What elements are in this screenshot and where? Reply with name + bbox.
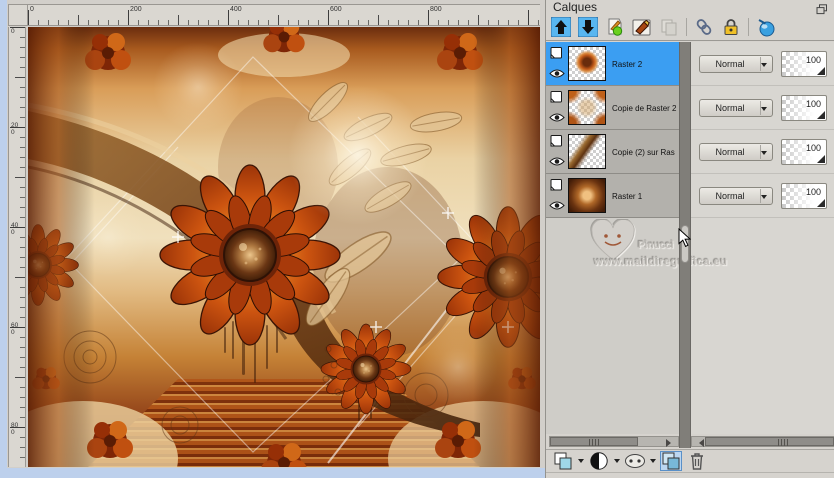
merge-disabled-icon	[659, 17, 679, 37]
ruler-label: 400	[230, 6, 242, 13]
edit-layer-icon[interactable]	[632, 17, 652, 37]
layer-name[interactable]: Copie de Raster 2	[612, 86, 678, 130]
opacity-slider[interactable]: 100	[781, 51, 827, 77]
new-raster-layer-icon[interactable]	[552, 451, 574, 471]
layer-type-icon	[549, 46, 564, 65]
chevron-down-icon[interactable]	[761, 194, 767, 202]
blend-mode-value: Normal	[715, 147, 745, 157]
chevron-down-icon[interactable]	[614, 458, 620, 466]
scrollbar-thumb[interactable]	[705, 437, 834, 446]
new-layer-pen-icon[interactable]	[605, 17, 625, 37]
scrollbar-thumb[interactable]	[550, 437, 638, 446]
ruler-label: 600	[11, 322, 19, 336]
chevron-down-icon[interactable]	[650, 458, 656, 466]
layer-row-copie2-sur-raster[interactable]: Copie (2) sur Ras	[546, 130, 679, 174]
artwork-image	[0, 19, 540, 478]
layer-thumbnail[interactable]	[568, 178, 606, 213]
layer-thumbnail[interactable]	[568, 46, 606, 81]
scrollbar-grip	[589, 439, 600, 446]
blend-mode-value: Normal	[715, 59, 745, 69]
opacity-slider[interactable]: 100	[781, 95, 827, 121]
new-adjustment-layer-icon[interactable]	[588, 451, 610, 471]
layer-thumbnail[interactable]	[568, 90, 606, 125]
ruler-label: 600	[330, 6, 342, 13]
scrollbar-grip	[778, 439, 789, 446]
ruler-label: 400	[11, 222, 19, 236]
layer-name[interactable]: Copie (2) sur Ras	[612, 130, 678, 174]
layer-row-raster2[interactable]: Raster 2	[546, 42, 679, 86]
opacity-slider[interactable]: 100	[781, 183, 827, 209]
layer-list-hscrollbar[interactable]	[549, 436, 679, 447]
palette-bottom-toolbar	[546, 449, 834, 473]
blend-controls-region: Normal 100 Normal 100 Normal 100 Normal …	[691, 42, 834, 434]
layer-type-icon	[549, 90, 564, 109]
chevron-down-icon[interactable]	[761, 62, 767, 70]
ruler-corner	[8, 4, 28, 26]
new-mask-layer-icon[interactable]	[624, 451, 646, 471]
vertical-ruler: 0 200 400 600 800	[8, 27, 26, 467]
layer-type-icon	[549, 178, 564, 197]
layer-row-raster1[interactable]: Raster 1	[546, 174, 679, 218]
watermark-url: www.maildiregrafica.eu	[594, 256, 728, 268]
ruler-label: 0	[11, 28, 15, 35]
scroll-left-icon[interactable]	[695, 438, 704, 447]
image-window: 0 200 400 600 800 0 200 400 600 800	[0, 0, 545, 478]
slider-corner-handle[interactable]	[817, 155, 825, 163]
blue-sphere-icon[interactable]	[756, 17, 776, 37]
blend-mode-dropdown[interactable]: Normal	[699, 99, 773, 117]
ruler-label: 200	[130, 6, 142, 13]
chevron-down-icon[interactable]	[578, 458, 584, 466]
watermark-name: Pinucci	[638, 240, 674, 251]
layers-palette: Calques Raster 2 Copie de Raster 2 Copie…	[545, 0, 834, 478]
blend-control-row: Normal 100	[691, 42, 834, 86]
toolbar-divider	[748, 18, 749, 36]
blend-mode-dropdown[interactable]: Normal	[699, 143, 773, 161]
lock-transparency-icon[interactable]	[721, 17, 741, 37]
opacity-slider[interactable]: 100	[781, 139, 827, 165]
horizontal-ruler: 0 200 400 600 800	[28, 4, 540, 26]
palette-title: Calques	[553, 0, 598, 14]
move-layer-down-icon[interactable]	[578, 17, 598, 37]
layer-name[interactable]: Raster 1	[612, 174, 678, 218]
psp-window: 0 200 400 600 800 0 200 400 600 800 Calq…	[0, 0, 834, 478]
canvas-artwork[interactable]	[0, 19, 540, 478]
ruler-label: 800	[430, 6, 442, 13]
layer-thumbnail[interactable]	[568, 134, 606, 169]
duplicate-layer-icon[interactable]	[660, 451, 682, 471]
move-layer-up-icon[interactable]	[551, 17, 571, 37]
blend-mode-value: Normal	[715, 103, 745, 113]
blend-control-row: Normal 100	[691, 130, 834, 174]
palette-toolbar	[546, 14, 834, 41]
blend-control-row: Normal 100	[691, 174, 834, 218]
layer-type-icon	[549, 134, 564, 153]
blend-mode-value: Normal	[715, 191, 745, 201]
layer-name[interactable]: Raster 2	[612, 42, 678, 86]
scroll-right-icon[interactable]	[666, 438, 675, 447]
controls-hscrollbar[interactable]	[691, 436, 834, 447]
slider-corner-handle[interactable]	[817, 67, 825, 75]
opacity-value: 100	[805, 143, 821, 153]
slider-corner-handle[interactable]	[817, 199, 825, 207]
opacity-value: 100	[805, 55, 821, 65]
visibility-eye-icon[interactable]	[549, 154, 565, 172]
chevron-down-icon[interactable]	[761, 150, 767, 158]
opacity-value: 100	[805, 99, 821, 109]
mouse-cursor	[678, 227, 692, 253]
slider-corner-handle[interactable]	[817, 111, 825, 119]
toolbar-divider	[686, 18, 687, 36]
chevron-down-icon[interactable]	[761, 106, 767, 114]
blend-mode-dropdown[interactable]: Normal	[699, 55, 773, 73]
delete-layer-icon[interactable]	[686, 451, 708, 471]
ruler-label: 0	[30, 6, 34, 13]
ruler-label: 200	[11, 122, 19, 136]
blend-control-row: Normal 100	[691, 86, 834, 130]
blend-mode-dropdown[interactable]: Normal	[699, 187, 773, 205]
link-layers-icon[interactable]	[694, 17, 714, 37]
visibility-eye-icon[interactable]	[549, 110, 565, 128]
ruler-label: 800	[11, 422, 19, 436]
visibility-eye-icon[interactable]	[549, 66, 565, 84]
layer-row-copie-de-raster2[interactable]: Copie de Raster 2	[546, 86, 679, 130]
visibility-eye-icon[interactable]	[549, 198, 565, 216]
opacity-value: 100	[805, 187, 821, 197]
